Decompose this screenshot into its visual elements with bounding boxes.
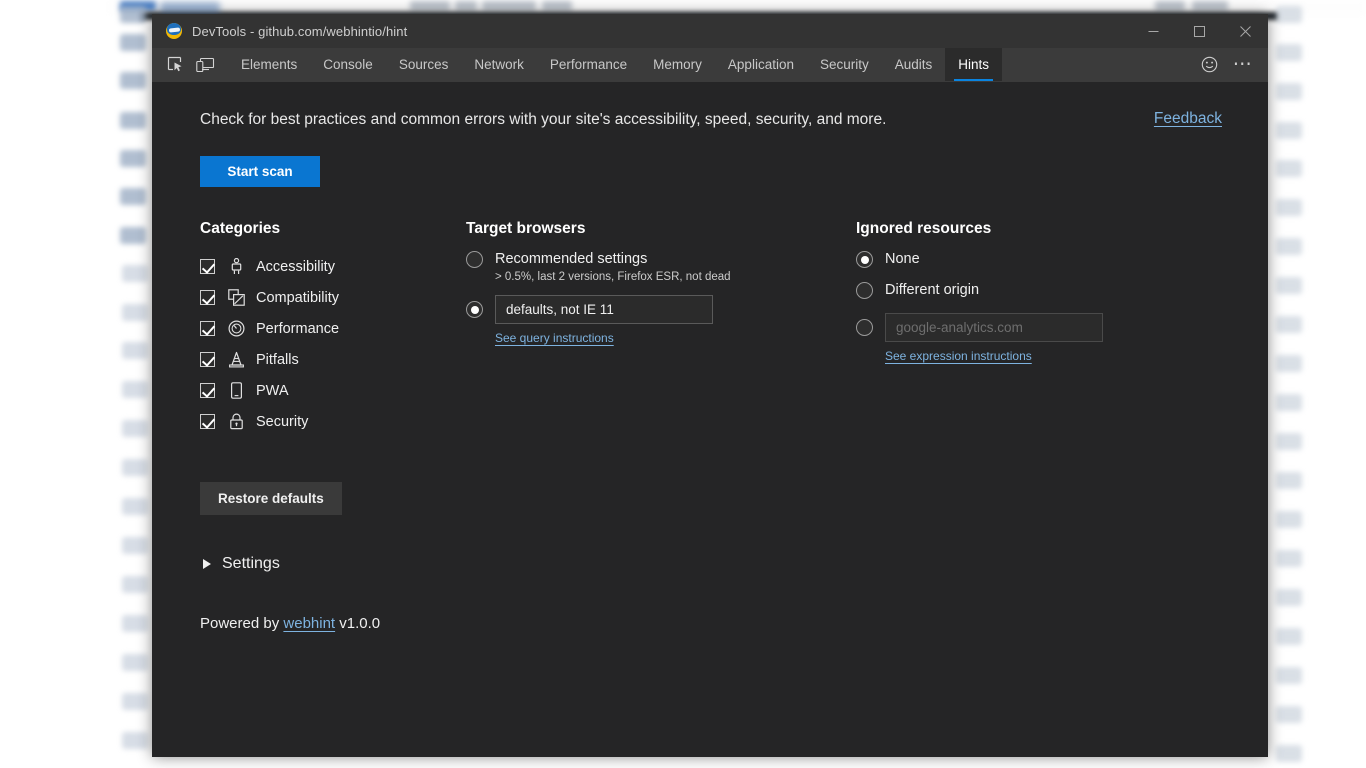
categories-column: Categories Accessibility Compatibility P… <box>200 220 466 632</box>
smiley-face-icon[interactable] <box>1194 50 1224 80</box>
hints-panel: Check for best practices and common erro… <box>152 82 1268 757</box>
powered-prefix: Powered by <box>200 615 280 633</box>
checkbox-pwa[interactable] <box>200 383 215 399</box>
categories-title: Categories <box>200 220 281 238</box>
settings-columns: Categories Accessibility Compatibility P… <box>200 220 1222 632</box>
see-query-instructions-link[interactable]: See query instructions <box>495 331 614 345</box>
ignored-resources-column: Ignored resources None Different origin … <box>856 220 1156 632</box>
category-row-security[interactable]: Security <box>200 406 466 437</box>
category-row-performance[interactable]: Performance <box>200 313 466 344</box>
tab-performance[interactable]: Performance <box>537 48 640 81</box>
checkbox-security[interactable] <box>200 414 215 430</box>
tab-label: Console <box>323 57 373 72</box>
ignored-custom-option[interactable] <box>856 313 1156 343</box>
category-row-pwa[interactable]: PWA <box>200 375 466 406</box>
ignored-expression-input[interactable] <box>885 313 1103 343</box>
more-options-label: ⋯ <box>1232 54 1254 75</box>
radio-recommended-settings[interactable] <box>466 251 483 269</box>
category-row-pitfalls[interactable]: Pitfalls <box>200 344 466 375</box>
pitfalls-cone-icon <box>227 351 245 369</box>
edge-logo-icon <box>166 23 182 39</box>
tab-label: Sources <box>398 57 449 72</box>
category-row-compatibility[interactable]: Compatibility <box>200 282 466 313</box>
target-query-input[interactable] <box>495 295 713 325</box>
checkbox-compatibility[interactable] <box>200 290 215 306</box>
tab-label: Performance <box>549 57 628 72</box>
checkbox-performance[interactable] <box>200 321 215 337</box>
settings-label: Settings <box>222 555 280 573</box>
category-row-accessibility[interactable]: Accessibility <box>200 251 466 282</box>
checkbox-pitfalls[interactable] <box>200 352 215 368</box>
powered-by-text: Powered by webhint v1.0.0 <box>200 615 466 632</box>
feedback-link[interactable]: Feedback <box>1154 110 1222 128</box>
target-recommended-option[interactable]: Recommended settings <box>466 251 856 269</box>
tab-label: Hints <box>958 57 990 72</box>
start-scan-button[interactable]: Start scan <box>200 156 320 188</box>
settings-disclosure[interactable]: Settings <box>200 555 466 573</box>
target-browsers-title: Target browsers <box>466 220 586 238</box>
toolbar-right-actions: ⋯ <box>1194 48 1268 81</box>
window-titlebar: DevTools - github.com/webhintio/hint <box>152 14 1268 48</box>
devtools-window: DevTools - github.com/webhintio/hint Ele… <box>152 14 1268 757</box>
devtools-toolbar: Elements Console Sources Network Perform… <box>152 48 1268 82</box>
tab-hints[interactable]: Hints <box>945 48 1003 81</box>
inspect-element-icon[interactable] <box>160 48 190 81</box>
device-toolbar-icon[interactable] <box>190 48 220 81</box>
tab-audits[interactable]: Audits <box>882 48 946 81</box>
restore-defaults-button[interactable]: Restore defaults <box>200 482 342 516</box>
pwa-phone-icon <box>227 382 245 400</box>
tab-label: Application <box>727 57 794 72</box>
minimize-icon[interactable] <box>1130 14 1176 48</box>
ignored-none-option[interactable]: None <box>856 251 1156 269</box>
tab-label: Memory <box>653 57 702 72</box>
intro-text: Check for best practices and common erro… <box>200 111 887 128</box>
close-icon[interactable] <box>1222 14 1268 48</box>
radio-ignored-different-origin[interactable] <box>856 282 873 300</box>
tab-label: Security <box>819 57 869 72</box>
tab-sources[interactable]: Sources <box>386 48 462 81</box>
window-controls <box>1130 14 1268 48</box>
category-label: Pitfalls <box>256 351 299 368</box>
category-label: Performance <box>256 320 340 337</box>
tab-application[interactable]: Application <box>715 48 807 81</box>
compatibility-windows-icon <box>227 289 245 307</box>
window-title: DevTools - github.com/webhintio/hint <box>192 23 408 39</box>
tab-label: Audits <box>894 57 933 72</box>
category-label: PWA <box>256 382 289 399</box>
more-options-icon[interactable]: ⋯ <box>1228 50 1258 80</box>
devtools-tabs: Elements Console Sources Network Perform… <box>228 48 1003 81</box>
radio-ignored-custom[interactable] <box>856 319 873 337</box>
tab-console[interactable]: Console <box>310 48 386 81</box>
webhint-link[interactable]: webhint <box>283 615 335 632</box>
ignored-different-origin-option[interactable]: Different origin <box>856 282 1156 300</box>
checkbox-accessibility[interactable] <box>200 259 215 275</box>
tab-label: Network <box>474 57 524 72</box>
tab-memory[interactable]: Memory <box>640 48 715 81</box>
category-label: Compatibility <box>256 289 339 306</box>
tab-elements[interactable]: Elements <box>228 48 310 81</box>
accessibility-person-icon <box>227 258 245 276</box>
see-expression-instructions-link[interactable]: See expression instructions <box>885 349 1032 363</box>
target-recommended-description: > 0.5%, last 2 versions, Firefox ESR, no… <box>495 271 731 284</box>
ignored-resources-title: Ignored resources <box>856 220 992 238</box>
tab-network[interactable]: Network <box>461 48 537 81</box>
target-custom-option[interactable] <box>466 295 856 325</box>
performance-gauge-icon <box>227 320 245 338</box>
chevron-right-icon <box>203 559 211 570</box>
powered-version: v1.0.0 <box>339 615 381 633</box>
tab-label: Elements <box>241 57 298 72</box>
target-browsers-column: Target browsers Recommended settings > 0… <box>466 220 856 632</box>
radio-label: None <box>885 251 920 268</box>
radio-custom-query[interactable] <box>466 301 483 319</box>
radio-label: Different origin <box>885 282 980 299</box>
radio-ignored-none[interactable] <box>856 251 873 269</box>
tab-security[interactable]: Security <box>807 48 882 81</box>
radio-label: Recommended settings <box>495 251 648 268</box>
category-label: Accessibility <box>256 258 335 275</box>
category-label: Security <box>256 413 309 430</box>
intro-row: Check for best practices and common erro… <box>200 110 1222 130</box>
maximize-icon[interactable] <box>1176 14 1222 48</box>
security-lock-icon <box>227 413 245 431</box>
